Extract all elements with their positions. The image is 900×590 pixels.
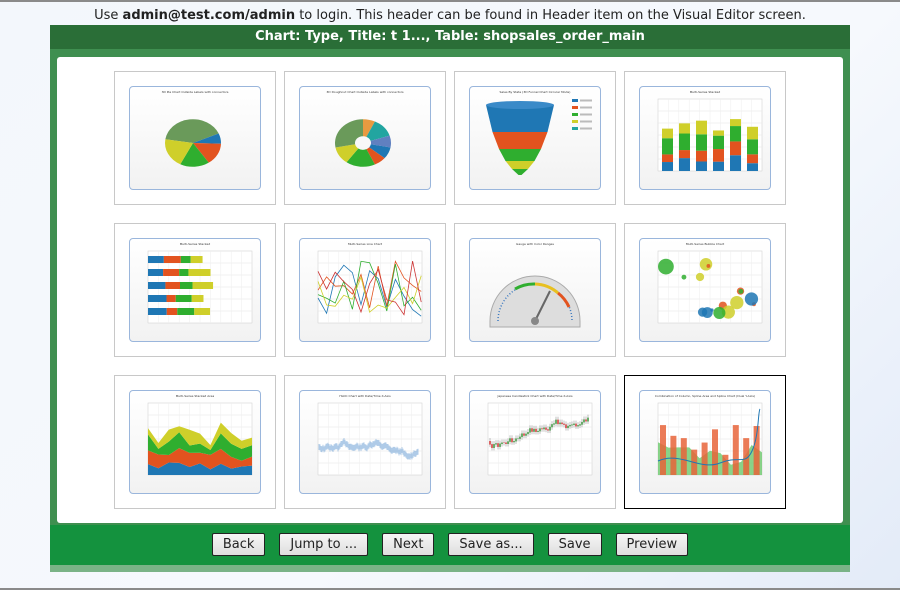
- chart-preview-image: Multi-Series Bubble Chart: [639, 238, 771, 342]
- chart-preview-image: 3D Doughnut Chart Outside Labels with co…: [299, 86, 431, 190]
- stacked-column-chart-graphic: [657, 98, 763, 172]
- hint-prefix: Use: [94, 8, 123, 23]
- gauge-chart-graphic: [489, 275, 581, 328]
- thumbnail-title: HLOC Chart with Date/Time X-Axis: [339, 394, 391, 398]
- chart-type-thumbnail-pie3d[interactable]: 3D Pie Chart Outside Labels with connect…: [114, 71, 276, 205]
- chart-preview-image: Gauge with Color Ranges: [469, 238, 601, 342]
- thumbnail-title: Sales By State (3D Funnel Chart Circular…: [499, 90, 571, 94]
- funnel-chart-graphic: [486, 99, 592, 175]
- stacked-bar-chart-graphic: [147, 250, 253, 324]
- bubble-chart-graphic: [657, 250, 763, 324]
- chart-type-thumbnail-stacked-bar[interactable]: Multi-Series Stacked: [114, 223, 276, 357]
- chart-preview-image: 3D Pie Chart Outside Labels with connect…: [129, 86, 261, 190]
- chart-type-panel: Chart: Type, Title: t 1..., Table: shops…: [50, 25, 850, 572]
- chart-type-thumbnail-bubble[interactable]: Multi-Series Bubble Chart: [624, 223, 786, 357]
- chart-preview-image: Multi-Series Stacked: [639, 86, 771, 190]
- doughnut3d-chart-graphic: [335, 119, 391, 167]
- thumbnail-title: 3D Doughnut Chart Outside Labels with co…: [326, 90, 404, 94]
- thumbnail-title: Multi-Series Stacked Area: [175, 394, 215, 398]
- candlestick-chart-graphic: [487, 402, 593, 476]
- hloc-chart-graphic: [317, 402, 423, 476]
- button-bar: Back Jump to ... Next Save as... Save Pr…: [50, 525, 850, 565]
- thumbnail-title: Multi-Series Stacked: [689, 90, 721, 94]
- thumbnail-title: Multi-Series Stacked: [179, 242, 211, 246]
- line-chart-graphic: [317, 250, 423, 324]
- chart-type-thumbnail-line[interactable]: Multi-Series Line Chart: [284, 223, 446, 357]
- thumbnail-title: Multi-Series Line Chart: [347, 242, 383, 246]
- panel-title: Chart: Type, Title: t 1..., Table: shops…: [50, 25, 850, 49]
- chart-type-thumbnail-gauge[interactable]: Gauge with Color Ranges: [454, 223, 616, 357]
- chart-preview-image: Sales By State (3D Funnel Chart Circular…: [469, 86, 601, 190]
- chart-type-thumbnail-stacked-area[interactable]: Multi-Series Stacked Area: [114, 375, 276, 509]
- login-hint-header: Use admin@test.com/admin to login. This …: [0, 8, 900, 23]
- save-button[interactable]: Save: [547, 533, 602, 556]
- chart-preview-image: Multi-Series Stacked Area: [129, 390, 261, 494]
- back-button[interactable]: Back: [211, 533, 266, 556]
- combination-chart-graphic: [657, 402, 763, 476]
- credentials: admin@test.com/admin: [122, 8, 296, 23]
- thumbnail-title: Gauge with Color Ranges: [516, 242, 554, 246]
- chart-preview-image: HLOC Chart with Date/Time X-Axis: [299, 390, 431, 494]
- next-button[interactable]: Next: [382, 533, 435, 556]
- chart-type-thumbnail-hloc[interactable]: HLOC Chart with Date/Time X-Axis: [284, 375, 446, 509]
- thumbnail-title: Multi-Series Bubble Chart: [685, 242, 725, 246]
- pie3d-chart-graphic: [165, 119, 221, 167]
- thumbnail-title: Japanese Candlestick Chart with Date/Tim…: [497, 394, 573, 398]
- chart-preview-image: Japanese Candlestick Chart with Date/Tim…: [469, 390, 601, 494]
- chart-type-thumbnail-combination[interactable]: Combination of Column, Spline Area and S…: [624, 375, 786, 509]
- chart-preview-image: Multi-Series Stacked: [129, 238, 261, 342]
- top-border: [0, 0, 900, 2]
- chart-type-thumbnail-candlestick[interactable]: Japanese Candlestick Chart with Date/Tim…: [454, 375, 616, 509]
- panel-bottom-strip: [50, 565, 850, 572]
- preview-button[interactable]: Preview: [615, 533, 689, 556]
- chart-type-gallery: 3D Pie Chart Outside Labels with connect…: [57, 57, 843, 523]
- chart-type-thumbnail-stacked-column[interactable]: Multi-Series Stacked: [624, 71, 786, 205]
- chart-preview-image: Combination of Column, Spline Area and S…: [639, 390, 771, 494]
- jump-to-button[interactable]: Jump to ...: [279, 533, 369, 556]
- chart-preview-image: Multi-Series Line Chart: [299, 238, 431, 342]
- stacked-area-chart-graphic: [147, 402, 253, 476]
- chart-type-thumbnail-funnel[interactable]: Sales By State (3D Funnel Chart Circular…: [454, 71, 616, 205]
- thumbnail-title: Combination of Column, Spline Area and S…: [654, 394, 756, 398]
- thumbnail-title: 3D Pie Chart Outside Labels with connect…: [161, 90, 229, 94]
- save-as-button[interactable]: Save as...: [448, 533, 534, 556]
- hint-suffix: to login. This header can be found in He…: [295, 8, 806, 23]
- chart-type-thumbnail-doughnut3d[interactable]: 3D Doughnut Chart Outside Labels with co…: [284, 71, 446, 205]
